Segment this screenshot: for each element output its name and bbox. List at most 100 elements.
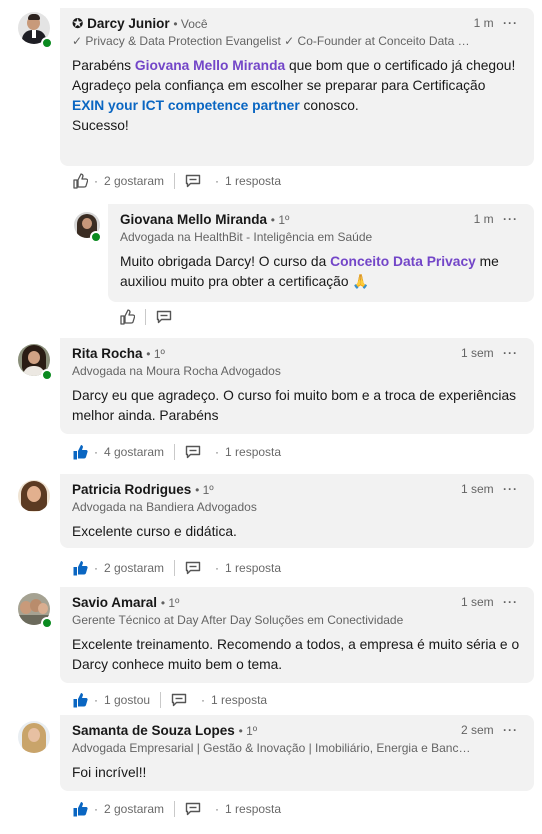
more-options-icon[interactable]: ··· xyxy=(503,723,518,737)
like-button[interactable] xyxy=(72,444,88,460)
separator: · xyxy=(94,174,98,188)
comment-author[interactable]: Samanta de Souza Lopes • 1º xyxy=(72,723,474,738)
reply-button[interactable] xyxy=(185,802,201,816)
reply-actions xyxy=(119,307,172,327)
author-name[interactable]: Savio Amaral xyxy=(72,595,157,610)
thumbs-up-icon xyxy=(120,309,135,325)
reply-count[interactable]: 1 resposta xyxy=(225,445,281,459)
mention-link[interactable]: Conceito Data Privacy xyxy=(330,254,476,269)
comment-meta: 1 m ··· xyxy=(474,16,518,30)
paragraph: Sucesso! xyxy=(72,118,129,133)
company-link[interactable]: EXIN your ICT competence partner xyxy=(72,98,300,113)
comment-author[interactable]: Rita Rocha • 1º xyxy=(72,346,474,361)
author-name[interactable]: Giovana Mello Miranda xyxy=(120,212,267,227)
like-button[interactable] xyxy=(119,309,135,325)
comment-actions: · 1 gostou · 1 resposta xyxy=(72,690,267,710)
divider xyxy=(160,692,162,708)
more-options-icon[interactable]: ··· xyxy=(503,482,518,496)
divider xyxy=(174,444,176,460)
like-count[interactable]: 2 gostaram xyxy=(104,561,164,575)
more-options-icon[interactable]: ··· xyxy=(503,16,518,30)
separator: · xyxy=(215,445,220,459)
author-headline: Advogada na HealthBit - Inteligência em … xyxy=(120,230,373,244)
comment-actions: · 2 gostaram · 1 resposta xyxy=(72,799,281,819)
comment-text: Parabéns Giovana Mello Miranda que bom q… xyxy=(72,56,520,136)
comment-author[interactable]: Patricia Rodrigues • 1º xyxy=(72,482,474,497)
like-button[interactable] xyxy=(72,692,88,708)
online-status-icon xyxy=(41,617,53,629)
like-count[interactable]: 2 gostaram xyxy=(104,174,164,188)
comment-actions: · 4 gostaram · 1 resposta xyxy=(72,442,281,462)
author-degree: • 1º xyxy=(195,483,214,497)
author-name[interactable]: Rita Rocha xyxy=(72,346,143,361)
like-count[interactable]: 2 gostaram xyxy=(104,802,164,816)
avatar[interactable] xyxy=(18,721,50,753)
comment-text: Excelente curso e didática. xyxy=(72,524,237,539)
author-headline: ✓ Privacy & Data Protection Evangelist ✓… xyxy=(72,34,474,48)
comment-actions: · 2 gostaram · 1 resposta xyxy=(72,558,281,578)
like-count[interactable]: 4 gostaram xyxy=(104,445,164,459)
online-status-icon xyxy=(90,231,102,243)
more-options-icon[interactable]: ··· xyxy=(503,595,518,609)
reply-button[interactable] xyxy=(156,310,172,324)
avatar[interactable] xyxy=(18,480,50,512)
thumbs-up-filled-icon xyxy=(73,693,88,708)
comment-meta: 2 sem ··· xyxy=(461,723,518,737)
author-name[interactable]: Darcy Junior xyxy=(87,16,170,31)
like-button[interactable] xyxy=(72,173,88,189)
author-headline: Gerente Técnico at Day After Day Soluçõe… xyxy=(72,613,404,627)
thumbs-up-filled-icon xyxy=(73,445,88,460)
comment-text: Foi incrível!! xyxy=(72,765,147,780)
reply-count[interactable]: 1 resposta xyxy=(225,802,281,816)
reply-icon xyxy=(185,802,201,816)
timestamp: 1 m xyxy=(473,212,494,226)
author-headline: Advogada na Bandiera Advogados xyxy=(72,500,257,514)
author-degree: • Você xyxy=(173,17,208,31)
author-name[interactable]: Patricia Rodrigues xyxy=(72,482,191,497)
separator: · xyxy=(94,561,98,575)
author-name[interactable]: Samanta de Souza Lopes xyxy=(72,723,235,738)
reply-button[interactable] xyxy=(185,561,201,575)
divider xyxy=(174,801,176,817)
more-options-icon[interactable]: ··· xyxy=(503,212,518,226)
comment-bubble: Samanta de Souza Lopes • 1º Advogada Emp… xyxy=(60,715,534,791)
comment-bubble: Patricia Rodrigues • 1º Advogada na Band… xyxy=(60,474,534,548)
reply-count[interactable]: 1 resposta xyxy=(225,561,281,575)
mention-link[interactable]: Giovana Mello Miranda xyxy=(135,58,285,73)
reply-button[interactable] xyxy=(185,174,201,188)
comment-meta: 1 sem ··· xyxy=(461,595,518,609)
reply-text: Muito obrigada Darcy! O curso da Conceit… xyxy=(120,254,499,289)
comment-bubble: Savio Amaral • 1º Gerente Técnico at Day… xyxy=(60,587,534,683)
reply-icon xyxy=(185,561,201,575)
comment-text: Excelente treinamento. Recomendo a todos… xyxy=(72,637,520,672)
more-options-icon[interactable]: ··· xyxy=(503,346,518,360)
reply-button[interactable] xyxy=(171,693,187,707)
paragraph: Parabéns Giovana Mello Miranda que bom q… xyxy=(72,58,516,73)
like-count[interactable]: 1 gostou xyxy=(104,693,150,707)
like-button[interactable] xyxy=(72,801,88,817)
timestamp: 1 sem xyxy=(460,346,494,360)
author-headline: Advogada na Moura Rocha Advogados xyxy=(72,364,281,378)
separator: · xyxy=(201,693,206,707)
timestamp: 1 m xyxy=(473,16,494,30)
timestamp: 1 sem xyxy=(460,482,494,496)
reply-bubble: Giovana Mello Miranda • 1º Advogada na H… xyxy=(108,204,534,302)
comment-meta: 1 sem ··· xyxy=(461,482,518,496)
divider xyxy=(145,309,146,325)
reply-icon xyxy=(185,174,201,188)
thumbs-up-filled-icon xyxy=(73,561,88,576)
reply-count[interactable]: 1 resposta xyxy=(225,174,281,188)
like-button[interactable] xyxy=(72,560,88,576)
reply-author[interactable]: Giovana Mello Miranda • 1º xyxy=(120,212,474,227)
comment-author[interactable]: ✪ Darcy Junior • Você xyxy=(72,16,474,32)
comment-text: Darcy eu que agradeço. O curso foi muito… xyxy=(72,388,517,423)
reply-count[interactable]: 1 resposta xyxy=(211,693,267,707)
author-degree: • 1º xyxy=(146,347,165,361)
reply-button[interactable] xyxy=(185,445,201,459)
separator: · xyxy=(94,445,98,459)
reply-icon xyxy=(185,445,201,459)
reply-icon xyxy=(171,693,187,707)
comment-author[interactable]: Savio Amaral • 1º xyxy=(72,595,474,610)
paragraph: Agradeço pela confiança em escolher se p… xyxy=(72,78,486,113)
separator: · xyxy=(215,802,220,816)
